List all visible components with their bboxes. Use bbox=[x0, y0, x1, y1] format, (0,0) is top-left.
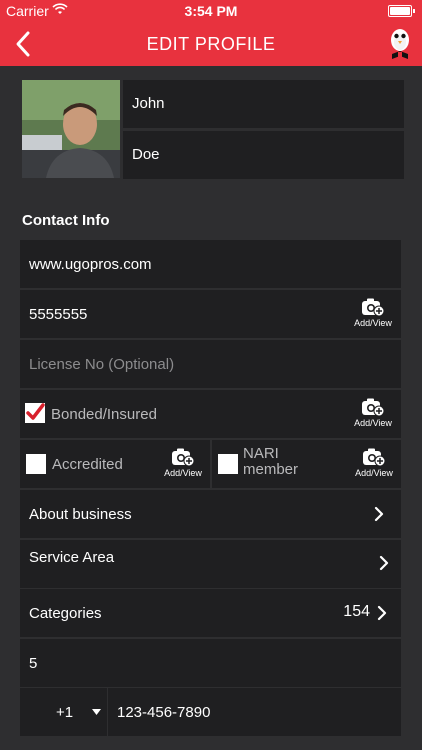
nari-checkbox[interactable] bbox=[218, 454, 238, 474]
number-field[interactable]: 5 bbox=[20, 639, 401, 687]
nari-label: NARI member bbox=[243, 446, 298, 478]
country-code-value: +1 bbox=[56, 704, 74, 721]
add-view-label: Add/View bbox=[354, 418, 392, 428]
categories-count: 154 bbox=[343, 603, 370, 620]
bonded-row[interactable]: Bonded/Insured Add/View bbox=[20, 390, 401, 438]
phone-number-field[interactable]: 123-456-7890 bbox=[108, 688, 401, 736]
clock-time: 3:54 PM bbox=[184, 3, 238, 19]
nav-bar: EDIT PROFILE bbox=[0, 22, 422, 66]
phone-add-view-button[interactable]: Add/View bbox=[348, 297, 398, 337]
categories-row[interactable]: Categories 154 bbox=[20, 589, 401, 637]
nari-label-line2: member bbox=[243, 461, 299, 478]
camera-plus-icon bbox=[172, 448, 195, 467]
camera-plus-icon bbox=[362, 398, 385, 417]
caret-down-icon bbox=[92, 709, 101, 715]
last-name-field[interactable]: Doe bbox=[123, 131, 404, 179]
phone-value: 5555555 bbox=[29, 306, 88, 323]
last-name-value: Doe bbox=[132, 146, 160, 163]
accreditation-row: Accredited Add/View NARI member Add/View bbox=[20, 440, 401, 488]
contact-info-heading: Contact Info bbox=[22, 212, 110, 229]
number-value: 5 bbox=[29, 655, 38, 672]
categories-label: Categories bbox=[29, 605, 102, 622]
about-business-row[interactable]: About business bbox=[20, 490, 401, 538]
checkmark-icon bbox=[26, 403, 45, 420]
website-value: www.ugopros.com bbox=[29, 256, 152, 273]
phone-number-row: +1 123-456-7890 bbox=[20, 688, 401, 736]
add-view-label: Add/View bbox=[164, 468, 202, 478]
service-area-row[interactable]: Service Area bbox=[20, 540, 401, 588]
chevron-right-icon bbox=[379, 555, 389, 571]
accredited-checkbox[interactable] bbox=[26, 454, 46, 474]
add-view-label: Add/View bbox=[355, 468, 393, 478]
avatar-image bbox=[22, 80, 120, 178]
mascot-logo-icon[interactable] bbox=[386, 26, 414, 62]
add-view-label: Add/View bbox=[354, 318, 392, 328]
profile-photo[interactable] bbox=[22, 80, 120, 178]
nari-cell[interactable]: NARI member Add/View bbox=[212, 440, 401, 488]
chevron-right-icon bbox=[374, 506, 384, 522]
chevron-right-icon bbox=[377, 605, 387, 621]
profile-header: John Doe bbox=[22, 80, 404, 179]
license-field[interactable]: License No (Optional) bbox=[20, 340, 401, 388]
bonded-add-view-button[interactable]: Add/View bbox=[348, 397, 398, 437]
first-name-field[interactable]: John bbox=[123, 80, 404, 128]
license-placeholder: License No (Optional) bbox=[29, 356, 175, 373]
phone-field[interactable]: 5555555 Add/View bbox=[20, 290, 401, 338]
website-field[interactable]: www.ugopros.com bbox=[20, 240, 401, 288]
service-area-label: Service Area bbox=[29, 549, 115, 566]
nari-add-view-button[interactable]: Add/View bbox=[349, 447, 399, 487]
phone-number-value: 123-456-7890 bbox=[117, 704, 211, 721]
camera-plus-icon bbox=[363, 448, 386, 467]
bonded-checkbox[interactable] bbox=[25, 403, 45, 423]
camera-plus-icon bbox=[362, 298, 385, 317]
about-business-label: About business bbox=[29, 506, 132, 523]
nari-label-line1: NARI bbox=[243, 445, 279, 462]
first-name-value: John bbox=[132, 95, 165, 112]
page-title: EDIT PROFILE bbox=[146, 34, 276, 54]
bonded-label: Bonded/Insured bbox=[51, 406, 157, 423]
battery-icon bbox=[388, 5, 415, 17]
status-bar: Carrier 3:54 PM bbox=[0, 0, 422, 22]
country-code-select[interactable]: +1 bbox=[20, 688, 107, 736]
accredited-cell[interactable]: Accredited Add/View bbox=[20, 440, 210, 488]
accredited-add-view-button[interactable]: Add/View bbox=[158, 447, 208, 487]
accredited-label: Accredited bbox=[52, 456, 123, 473]
